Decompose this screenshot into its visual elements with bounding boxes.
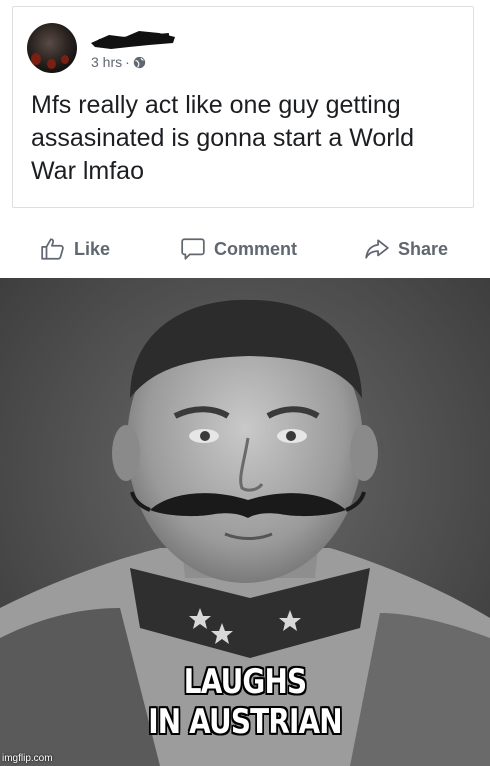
post-card: 3 hrs · Mfs really act like one guy gett…: [12, 6, 474, 208]
meme-caption-line-1: LAUGHS: [183, 662, 307, 702]
avatar[interactable]: [27, 23, 77, 73]
post-text: Mfs really act like one guy getting assa…: [31, 91, 415, 185]
redacted-author-name: [91, 31, 175, 49]
share-label: Share: [398, 238, 449, 259]
action-bar: Like Comment Share: [0, 226, 490, 278]
like-label: Like: [74, 238, 111, 259]
meta-separator: ·: [125, 54, 130, 70]
thumbs-up-icon: [41, 238, 64, 260]
globe-icon: [133, 56, 145, 68]
watermark: imgflip.com: [2, 753, 53, 764]
share-arrow-icon: [365, 239, 389, 259]
post-meta: 3 hrs ·: [91, 54, 146, 70]
meme-caption-line-2: IN AUSTRIAN: [148, 702, 342, 742]
share-button[interactable]: Share: [364, 236, 448, 262]
timestamp[interactable]: 3 hrs: [91, 54, 122, 70]
meme-photo: LAUGHS IN AUSTRIAN imgflip.com: [0, 278, 490, 766]
comment-button[interactable]: Comment: [180, 236, 297, 262]
like-button[interactable]: Like: [40, 236, 110, 262]
speech-bubble-icon: [181, 238, 205, 260]
comment-label: Comment: [214, 238, 298, 259]
